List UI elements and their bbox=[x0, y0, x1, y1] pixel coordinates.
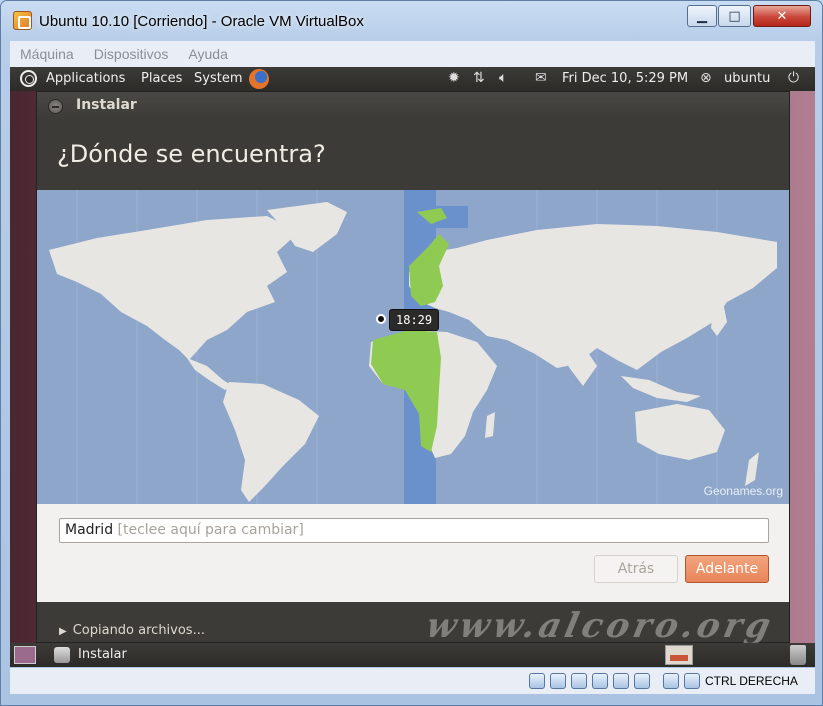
location-input[interactable]: Madrid [teclee aquí para cambiar] bbox=[59, 518, 769, 543]
optical-drive-icon[interactable] bbox=[550, 673, 566, 689]
next-button[interactable]: Adelante bbox=[685, 555, 769, 583]
location-hint: [teclee aquí para cambiar] bbox=[117, 522, 304, 538]
minimize-button[interactable]: ▁ bbox=[687, 5, 717, 27]
vbox-status-bar: CTRL DERECHA bbox=[10, 668, 815, 694]
installer-minimize-icon[interactable] bbox=[48, 99, 63, 114]
taskbar-item-label: Instalar bbox=[78, 647, 127, 662]
menu-ayuda[interactable]: Ayuda bbox=[188, 46, 227, 62]
show-desktop-icon[interactable] bbox=[14, 646, 36, 664]
shared-folders-icon[interactable] bbox=[613, 673, 629, 689]
progress-expander[interactable]: Copiando archivos... bbox=[59, 623, 205, 638]
vbox-menu-bar: Máquina Dispositivos Ayuda bbox=[10, 41, 815, 67]
installer-header: ¿Dónde se encuentra? bbox=[37, 120, 789, 190]
ubuntu-logo-icon[interactable] bbox=[20, 70, 37, 87]
firefox-icon[interactable] bbox=[249, 69, 269, 89]
timezone-map[interactable]: 18:29 Geonames.org bbox=[37, 190, 789, 504]
user-status-icon[interactable]: ⊗ bbox=[700, 70, 712, 86]
trash-icon[interactable] bbox=[790, 645, 806, 665]
installer-title: Instalar bbox=[76, 97, 137, 113]
installer-titlebar[interactable]: Instalar bbox=[37, 92, 789, 120]
virtualbox-app-icon bbox=[13, 11, 32, 30]
close-button[interactable]: ✕ bbox=[753, 5, 811, 27]
page-question: ¿Dónde se encuentra? bbox=[57, 140, 326, 168]
host-key-icon bbox=[684, 673, 700, 689]
map-credit: Geonames.org bbox=[703, 484, 783, 498]
virtualbox-window: Ubuntu 10.10 [Corriendo] - Oracle VM Vir… bbox=[0, 0, 823, 706]
installer-window: Instalar ¿Dónde se encuentra? 18:29 Geon… bbox=[36, 91, 790, 646]
top-panel: Applications Places System ✹ ⇅ 🔈︎ ✉ Fri … bbox=[10, 67, 815, 91]
guest-screen: Applications Places System ✹ ⇅ 🔈︎ ✉ Fri … bbox=[10, 67, 815, 667]
taskbar-item-installer[interactable]: Instalar bbox=[46, 643, 246, 667]
transfer-arrows-icon[interactable]: ⇅ bbox=[473, 70, 485, 86]
network-icon[interactable]: ✹ bbox=[448, 70, 460, 86]
volume-icon[interactable]: 🔈︎ bbox=[499, 70, 507, 86]
location-value: Madrid bbox=[65, 522, 114, 538]
bottom-panel: Instalar bbox=[10, 643, 815, 667]
network-adapter-icon[interactable] bbox=[592, 673, 608, 689]
selected-city-marker[interactable] bbox=[376, 314, 386, 324]
installer-footer: Copiando archivos... www.alcoro.org bbox=[37, 602, 789, 646]
panel-menu-system[interactable]: System bbox=[194, 71, 242, 86]
window-title: Ubuntu 10.10 [Corriendo] - Oracle VM Vir… bbox=[39, 13, 364, 30]
power-icon[interactable]: ⏻ bbox=[788, 70, 799, 86]
installer-task-icon bbox=[54, 647, 70, 663]
world-map-graphic bbox=[49, 190, 777, 504]
back-button[interactable]: Atrás bbox=[594, 555, 678, 583]
workspace-switcher[interactable] bbox=[665, 645, 693, 665]
host-key-label: CTRL DERECHA bbox=[705, 674, 798, 688]
menu-dispositivos[interactable]: Dispositivos bbox=[94, 46, 169, 62]
mouse-integration-icon[interactable] bbox=[663, 673, 679, 689]
time-tooltip: 18:29 bbox=[389, 309, 440, 331]
hard-disk-icon[interactable] bbox=[529, 673, 545, 689]
title-bar[interactable]: Ubuntu 10.10 [Corriendo] - Oracle VM Vir… bbox=[1, 1, 822, 39]
panel-menu-applications[interactable]: Applications bbox=[46, 71, 125, 86]
maximize-button[interactable]: □ bbox=[718, 5, 751, 27]
mail-icon[interactable]: ✉ bbox=[535, 70, 547, 86]
panel-user[interactable]: ubuntu bbox=[724, 71, 770, 86]
watermark: www.alcoro.org bbox=[422, 606, 779, 646]
usb-icon[interactable] bbox=[571, 673, 587, 689]
panel-clock[interactable]: Fri Dec 10, 5:29 PM bbox=[562, 71, 688, 86]
panel-menu-places[interactable]: Places bbox=[141, 71, 182, 86]
menu-maquina[interactable]: Máquina bbox=[20, 46, 74, 62]
capture-icon[interactable] bbox=[634, 673, 650, 689]
